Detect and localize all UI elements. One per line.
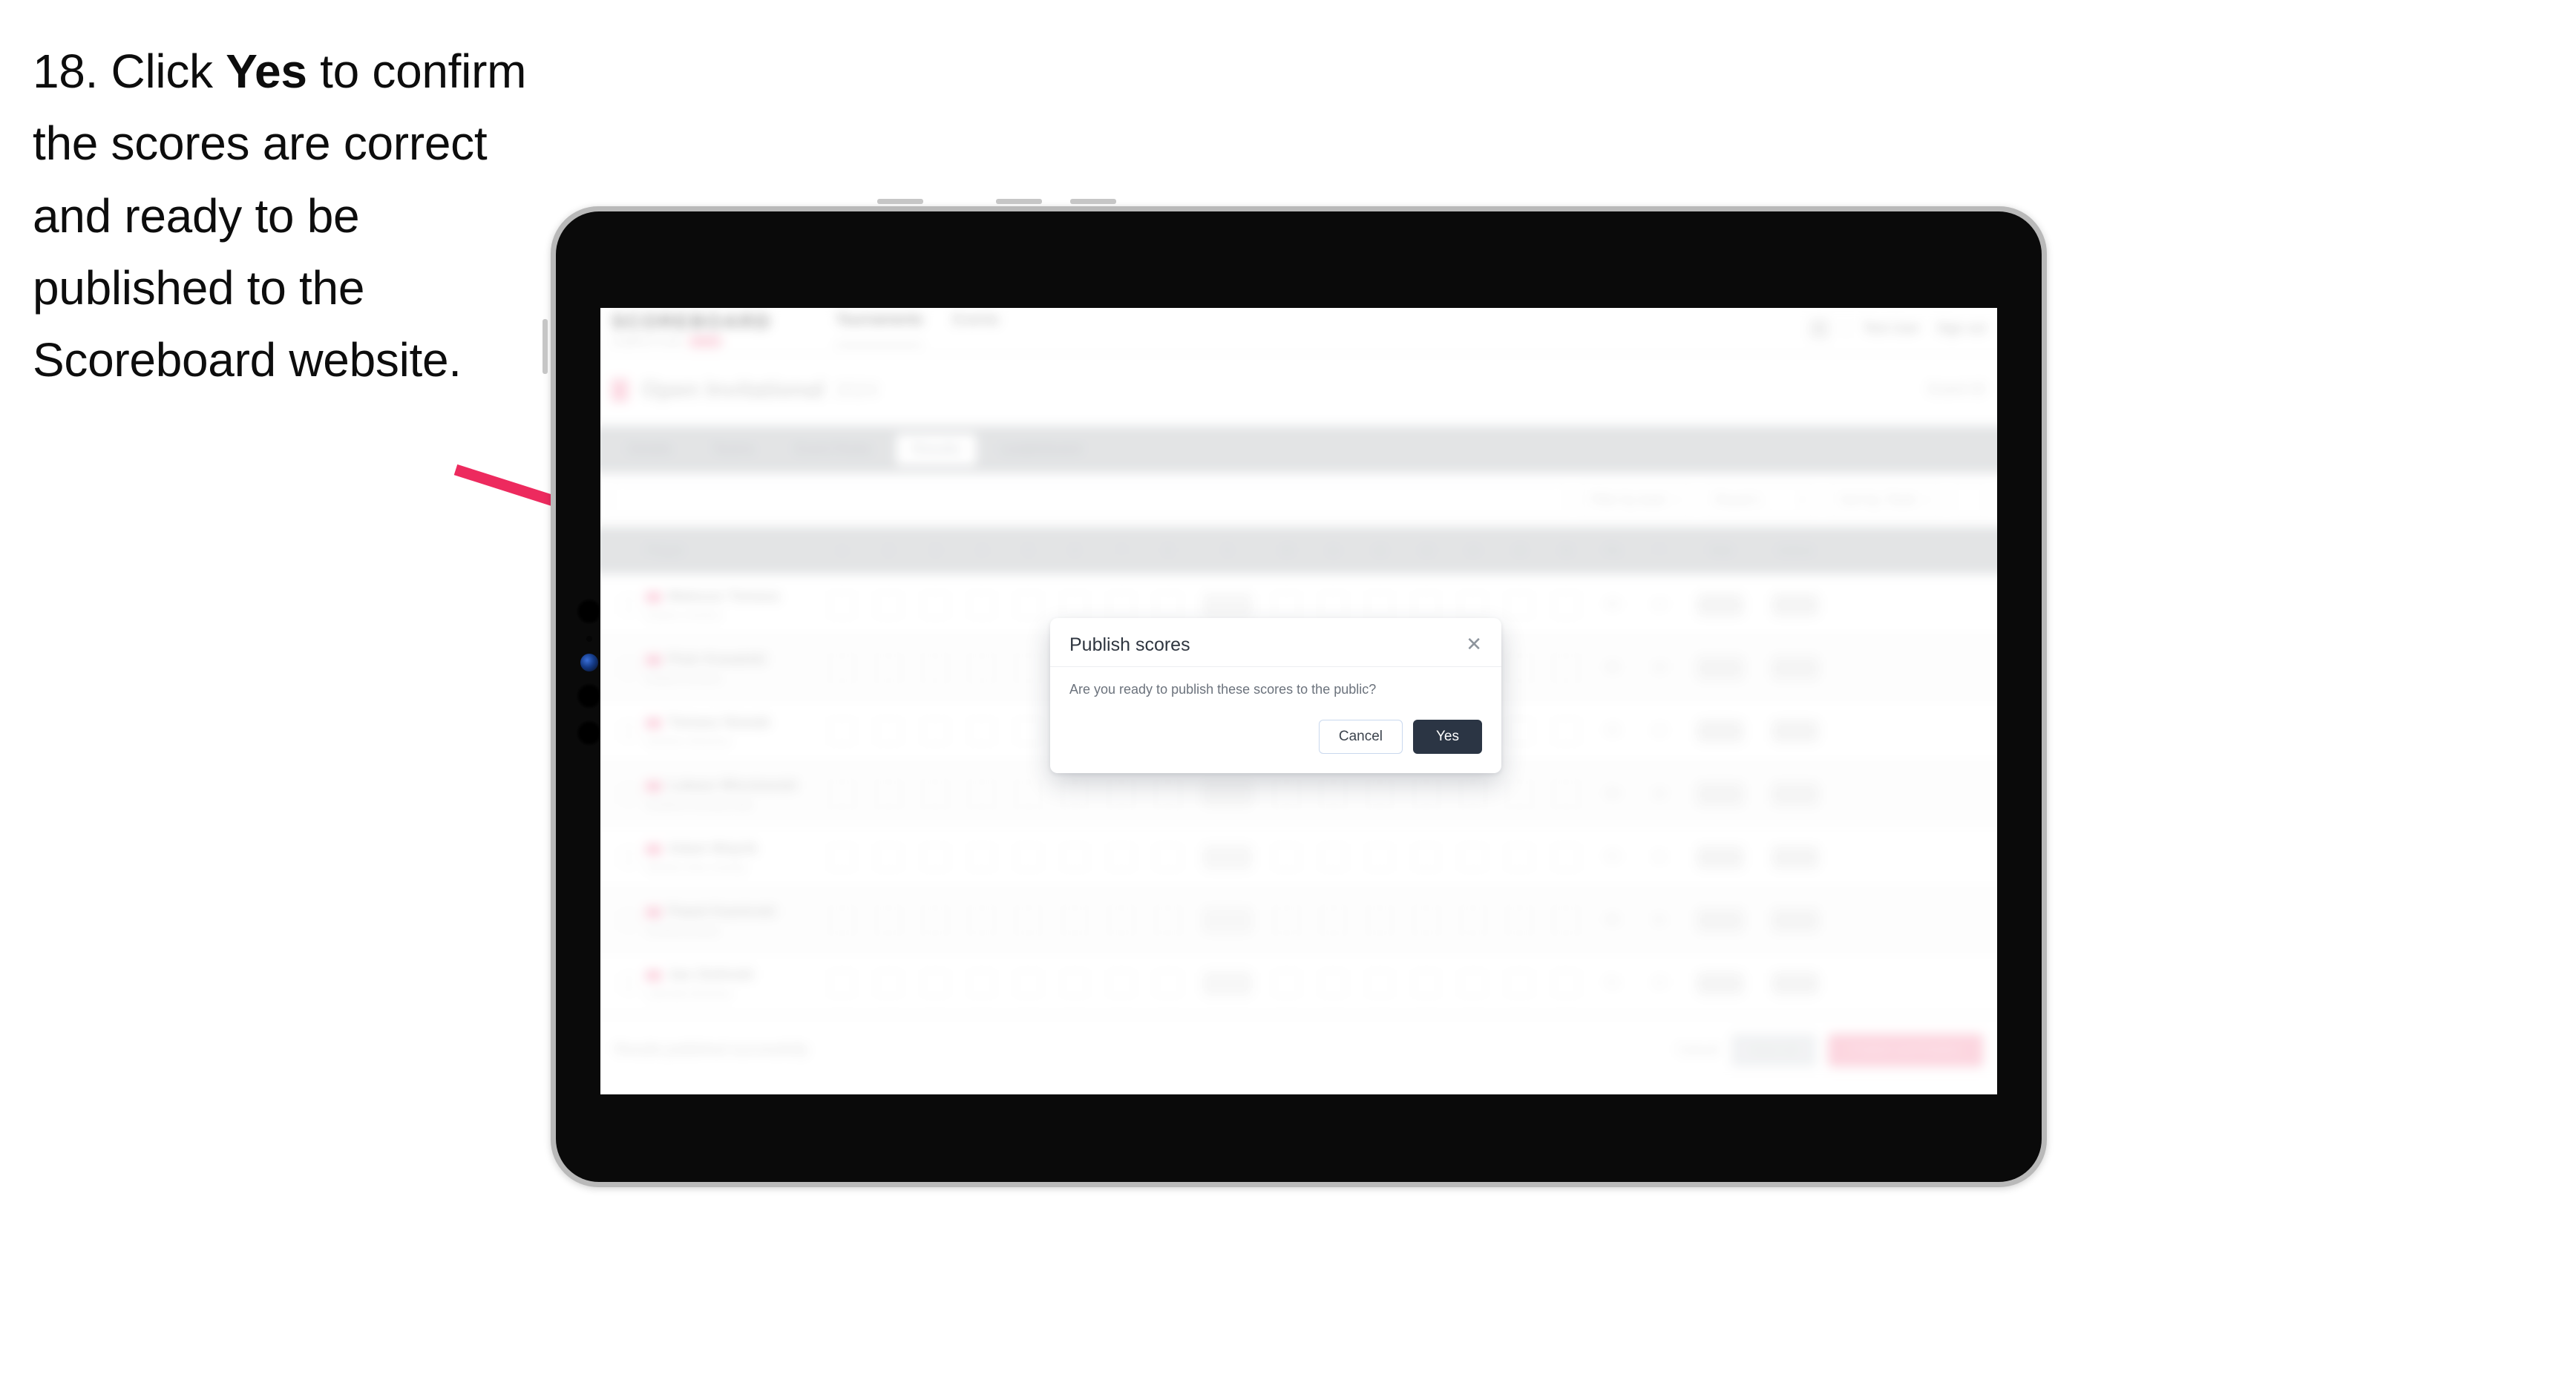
top-button-3[interactable] <box>1070 199 1116 204</box>
publish-scores-dialog: Publish scores ✕ Are you ready to publis… <box>1050 618 1501 773</box>
instruction-bold-keyword: Yes <box>226 45 307 98</box>
dialog-header: Publish scores ✕ <box>1050 618 1501 667</box>
dialog-title: Publish scores <box>1069 634 1190 655</box>
close-icon[interactable]: ✕ <box>1464 634 1484 654</box>
slide-canvas: 18. Click Yes to confirm the scores are … <box>0 0 2576 1386</box>
instruction-before: Click <box>98 45 226 98</box>
top-button-2[interactable] <box>996 199 1042 204</box>
tablet-bezel: SCOREBOARD COMPETITION BETA Tournaments … <box>556 211 2042 1182</box>
yes-button[interactable]: Yes <box>1413 720 1482 754</box>
instruction-text: 18. Click Yes to confirm the scores are … <box>33 36 567 396</box>
dialog-message: Are you ready to publish these scores to… <box>1069 682 1377 697</box>
dialog-body: Are you ready to publish these scores to… <box>1050 667 1501 703</box>
camera-lens-3-icon <box>577 720 602 746</box>
volume-button[interactable] <box>543 319 548 374</box>
tablet-device: SCOREBOARD COMPETITION BETA Tournaments … <box>543 199 2047 1187</box>
top-button-1[interactable] <box>877 199 923 204</box>
dialog-footer: Cancel Yes <box>1050 703 1501 773</box>
camera-lens-2-icon <box>577 683 602 709</box>
tablet-screen: SCOREBOARD COMPETITION BETA Tournaments … <box>600 308 1997 1094</box>
sensor-dot-icon <box>586 636 592 642</box>
camera-lens-icon <box>577 599 602 624</box>
step-number: 18. <box>33 45 99 98</box>
camera-lens-blue-icon <box>580 654 598 671</box>
camera-cluster <box>574 599 604 758</box>
cancel-button[interactable]: Cancel <box>1318 720 1403 754</box>
